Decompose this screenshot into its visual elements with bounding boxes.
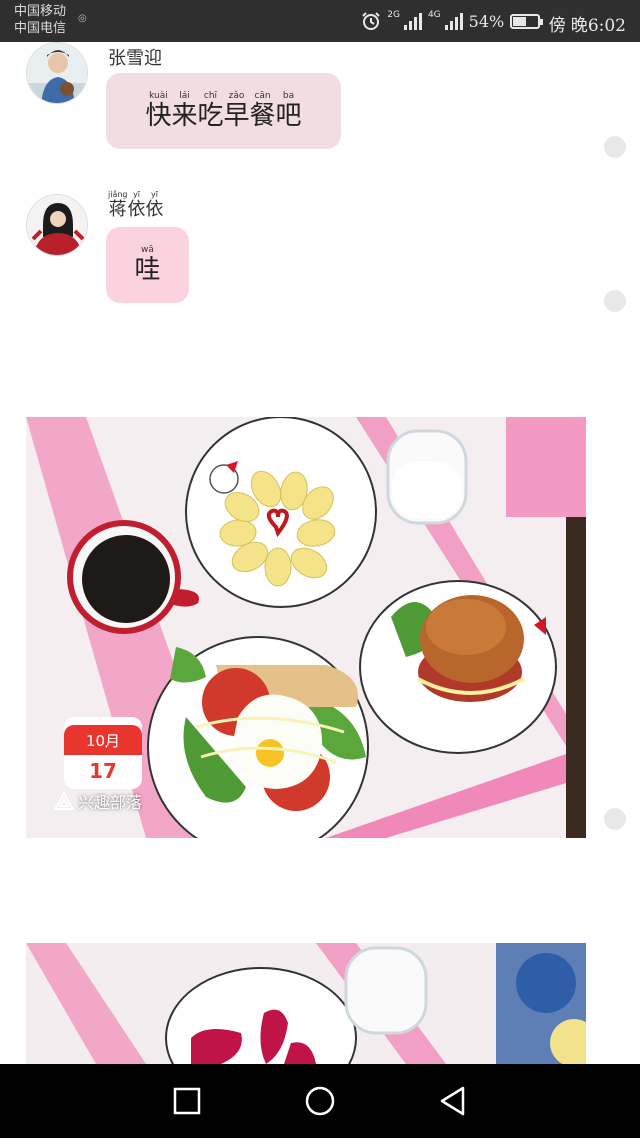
status-bar: 中国移动 中国电信 ◎ 2G 4G 54% 傍晚bàng wǎn6:02 bbox=[0, 0, 640, 42]
watermark: 兴趣部落 bbox=[54, 789, 142, 813]
status-icons: 2G 4G 54% 傍晚bàng wǎn6:02 bbox=[361, 0, 626, 42]
square-recent-apps-icon bbox=[173, 1087, 200, 1115]
message-text: 哇wā bbox=[134, 244, 161, 285]
carrier-2: 中国电信 bbox=[14, 21, 67, 36]
unread-indicator bbox=[604, 136, 626, 158]
time-value: 6:02 bbox=[587, 16, 626, 36]
back-button[interactable] bbox=[423, 1071, 483, 1131]
tribe-logo-icon bbox=[54, 792, 74, 810]
signal-bars-icon bbox=[444, 12, 463, 30]
network-type-2: 4G bbox=[427, 10, 441, 20]
carrier-1: 中国移动 bbox=[14, 4, 67, 19]
alarm-clock-icon bbox=[362, 12, 380, 30]
chat-message: 蒋jiǎng依yī依yī 哇wā bbox=[26, 190, 586, 304]
chat-message: 张雪迎 快kuài来lái吃chī早zǎo餐cān吧ba bbox=[26, 42, 586, 152]
breakfast-photo-image bbox=[26, 943, 586, 1064]
carrier-names: 中国移动 中国电信 bbox=[14, 3, 66, 37]
clock: 傍晚bàng wǎn6:02 bbox=[546, 6, 626, 36]
avatar[interactable] bbox=[26, 42, 88, 104]
calendar-day: 17 bbox=[89, 759, 117, 783]
time-prefix: 傍晚 bbox=[546, 16, 591, 36]
battery-percent: 54% bbox=[468, 11, 505, 31]
home-button[interactable] bbox=[290, 1071, 350, 1131]
watermark-text: 兴趣部落 bbox=[78, 793, 143, 812]
breakfast-photo[interactable]: 10月 17 兴趣部落 bbox=[26, 417, 586, 838]
network-type-1: 2G bbox=[387, 10, 400, 20]
message-bubble[interactable]: 哇wā bbox=[106, 227, 189, 303]
sender-name: 张雪迎 bbox=[108, 48, 162, 69]
calendar-badge: 10月 17 bbox=[64, 717, 142, 789]
navigation-bar bbox=[0, 1064, 640, 1138]
calendar-month: 10月 bbox=[64, 725, 142, 755]
message-bubble[interactable]: 快kuài来lái吃chī早zǎo餐cān吧ba bbox=[106, 73, 341, 149]
hd-badge-icon: ◎ bbox=[78, 13, 87, 24]
sender-name: 蒋jiǎng依yī依yī bbox=[108, 190, 164, 220]
message-text: 快kuài来lái吃chī早zǎo餐cān吧ba bbox=[145, 90, 302, 131]
circle-home-icon bbox=[305, 1086, 335, 1116]
unread-indicator bbox=[604, 290, 626, 312]
recent-apps-button[interactable] bbox=[157, 1071, 217, 1131]
triangle-back-icon bbox=[441, 1086, 465, 1116]
battery-icon bbox=[510, 13, 544, 29]
avatar[interactable] bbox=[26, 194, 88, 256]
breakfast-photo[interactable] bbox=[26, 943, 586, 1064]
signal-bars-icon bbox=[403, 12, 422, 30]
unread-indicator bbox=[604, 808, 626, 830]
